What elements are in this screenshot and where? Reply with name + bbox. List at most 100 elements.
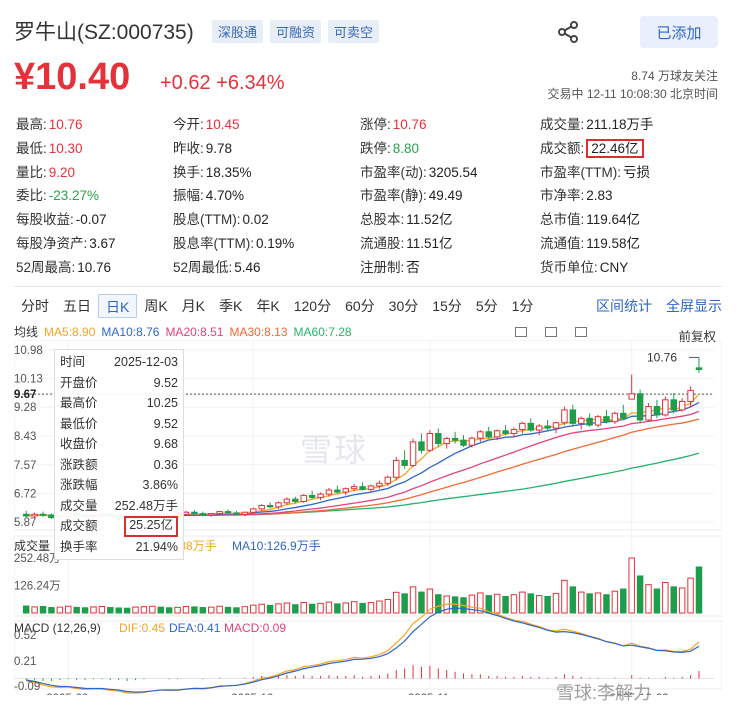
volume-bar: [350, 601, 358, 614]
period-tab[interactable]: 日K: [98, 294, 138, 318]
quote-stat-label: 52周最低:: [173, 259, 233, 275]
volume-bar: [552, 592, 560, 614]
candle-body: [367, 485, 375, 490]
volume-bar: [207, 606, 215, 614]
volume-bar: [165, 607, 173, 614]
quote-stat-value: 亏损: [622, 164, 650, 180]
tooltip-row: 时间 2025-12-03: [60, 352, 178, 373]
candle-body: [527, 422, 535, 431]
volume-bar: [695, 566, 703, 614]
period-tab[interactable]: 五日: [56, 294, 98, 318]
quote-stat-label: 市盈率(动):: [360, 164, 427, 180]
candle-body: [392, 459, 400, 478]
volume-bar: [300, 602, 307, 614]
xueqiu-watermark: 雪球: [300, 432, 369, 468]
candle-body: [586, 417, 593, 426]
quote-stat: 每股净资产: 3.67: [16, 232, 116, 252]
period-tab[interactable]: 周K: [137, 294, 174, 318]
candle-body: [409, 441, 417, 466]
volume-bar: [535, 595, 543, 614]
tag-margin-financing[interactable]: 可融资: [270, 20, 322, 43]
candle-body: [300, 494, 307, 502]
chart-tool-icons: [515, 327, 587, 337]
quote-stat: 委比: -23.27%: [16, 184, 99, 204]
period-tab[interactable]: 60分: [338, 294, 382, 318]
volume-bar: [250, 604, 257, 614]
candle-body: [519, 422, 526, 430]
candle-body: [233, 512, 240, 515]
candle-body: [544, 425, 551, 429]
candle-body: [317, 493, 324, 498]
candle-body: [241, 511, 249, 515]
volume-bar: [31, 606, 38, 614]
period-tab[interactable]: 年K: [249, 294, 286, 318]
period-tab[interactable]: 1分: [505, 294, 541, 318]
volume-bar: [392, 591, 400, 614]
candle-body: [687, 389, 694, 402]
indicator-icon[interactable]: [545, 327, 557, 337]
tooltip-row: 收盘价 9.68: [60, 434, 178, 455]
candle-body: [376, 482, 383, 487]
volume-bar: [586, 593, 593, 614]
quote-stat: 52周最高: 10.76: [16, 256, 111, 276]
quote-stat: 换手: 18.35%: [173, 161, 252, 181]
candle-style-icon[interactable]: [515, 327, 527, 337]
quote-row: 每股收益: -0.07 股息(TTM): 0.02 总股本: 11.52亿 总市值: 119.…: [16, 208, 726, 232]
period-tab[interactable]: 月K: [175, 294, 212, 318]
candle-body: [670, 399, 677, 411]
period-tab[interactable]: 分时: [14, 294, 56, 318]
volume-bar: [140, 606, 148, 614]
volume-bar: [115, 607, 122, 614]
period-tab[interactable]: 15分: [425, 294, 469, 318]
date-axis-label: 2025-10: [231, 693, 273, 695]
tag-shenzhen-connect[interactable]: 深股通: [212, 20, 264, 43]
candle-body: [460, 439, 467, 446]
added-to-watchlist-button[interactable]: 已添加: [640, 16, 718, 48]
quote-stat: 股息率(TTM): 0.19%: [173, 232, 294, 252]
quote-stat-label: 市盈率(静):: [360, 188, 427, 204]
share-icon[interactable]: [556, 20, 580, 44]
fullscreen-link[interactable]: 全屏显示: [666, 296, 722, 316]
price-axis-label: 8.43: [14, 431, 36, 443]
period-tab[interactable]: 5分: [469, 294, 505, 318]
volume-bar: [594, 592, 602, 614]
volume-bar: [401, 593, 408, 614]
candle-body: [191, 511, 198, 515]
candle-body: [435, 432, 442, 445]
period-tab[interactable]: 30分: [382, 294, 426, 318]
quote-stat: 成交量: 211.18万手: [540, 113, 654, 133]
period-tab[interactable]: 120分: [287, 294, 338, 318]
quote-stat: 成交额: 22.46亿: [540, 137, 644, 158]
stock-tags: 深股通 可融资 可卖空: [212, 20, 380, 43]
quote-stat-value: -23.27%: [48, 188, 100, 204]
volume-bar: [334, 603, 341, 614]
follower-count: 8.74 万球友关注: [631, 69, 718, 83]
ma-legend-item: MA10:8.76: [101, 325, 160, 339]
volume-bar: [182, 605, 190, 614]
tooltip-value: 252.48万手: [114, 498, 178, 513]
range-stats-link[interactable]: 区间统计: [596, 296, 652, 316]
tag-short-selling[interactable]: 可卖空: [328, 20, 380, 43]
candle-body: [325, 489, 333, 495]
tooltip-value: 2025-12-03: [114, 355, 178, 369]
candle-body: [493, 430, 501, 438]
quote-stat-value: 0.19%: [255, 235, 295, 251]
quote-stat: 涨停: 10.76: [360, 113, 427, 133]
quote-stat-label: 流通股:: [360, 235, 405, 251]
volume-bar: [435, 594, 442, 614]
candle-body: [283, 498, 291, 504]
volume-bar: [628, 557, 635, 614]
volume-legend-label: 成交量: [14, 538, 50, 553]
quote-stat: 股息(TTM): 0.02: [173, 208, 269, 228]
follow-info: 8.74 万球友关注 交易中 12-11 10:08:30 北京时间: [547, 67, 718, 103]
volume-bar: [157, 606, 164, 614]
candle-body: [308, 494, 316, 498]
candle-body: [39, 513, 47, 516]
volume-bar: [325, 601, 333, 614]
quote-stat: 市盈率(静): 49.49: [360, 184, 463, 204]
quote-stat-value: 否: [406, 259, 420, 275]
period-tab[interactable]: 季K: [212, 294, 249, 318]
tooltip-label: 涨跌幅: [60, 478, 98, 492]
quote-stat: 振幅: 4.70%: [173, 184, 244, 204]
settings-icon[interactable]: [575, 327, 587, 337]
